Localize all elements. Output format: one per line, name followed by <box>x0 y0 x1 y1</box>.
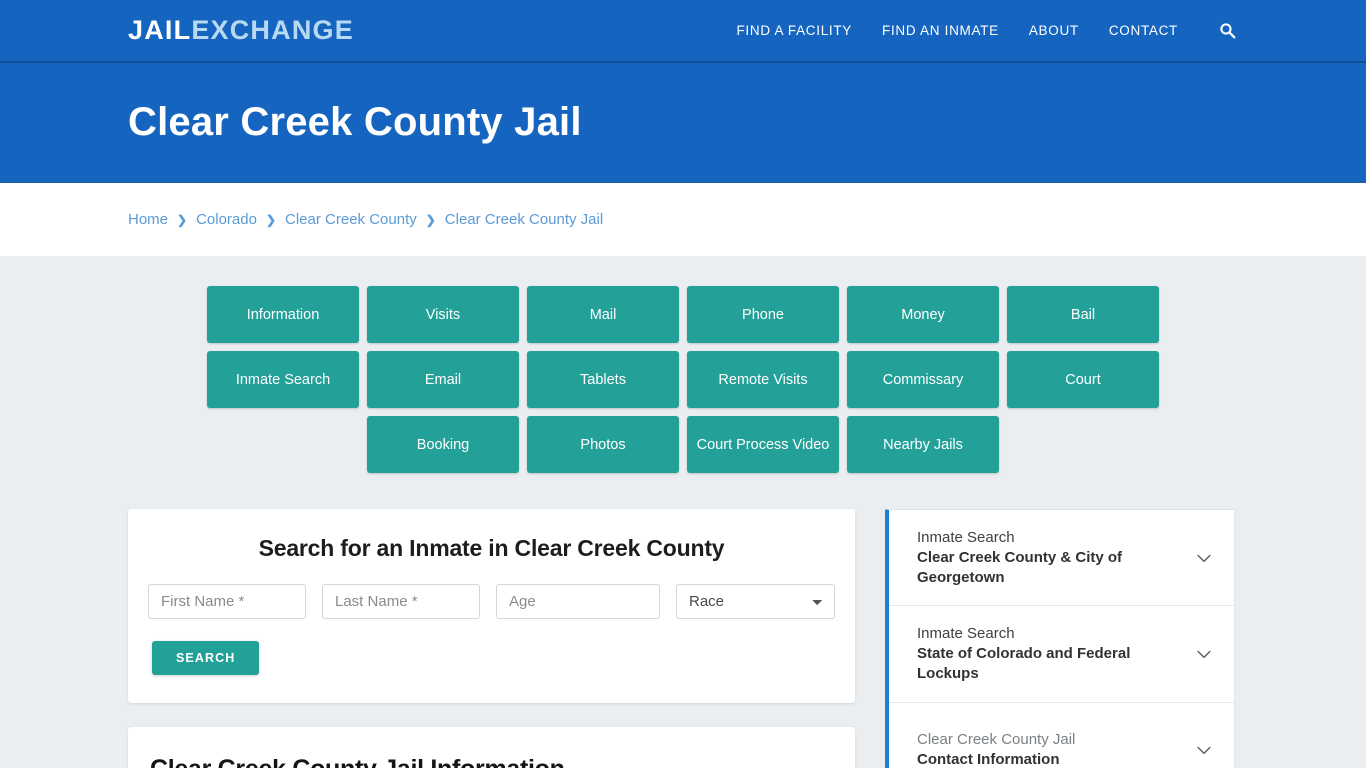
accordion-strong-text: Contact Information <box>917 751 1060 768</box>
section-nav-buttons: Information Visits Mail Phone Money Bail… <box>128 286 1238 473</box>
jail-information-heading: Clear Creek County Jail Information <box>150 755 833 768</box>
first-name-input[interactable] <box>148 584 306 619</box>
chevron-right-icon: ❯ <box>265 212 277 227</box>
section-button-booking[interactable]: Booking <box>367 416 519 473</box>
accordion-strong-text: State of Colorado and Federal Lockups <box>917 645 1131 682</box>
breadcrumb-item-colorado[interactable]: Colorado <box>196 211 257 228</box>
search-submit-button[interactable]: SEARCH <box>152 641 260 675</box>
breadcrumb: Home ❯ Colorado ❯ Clear Creek County ❯ C… <box>128 211 603 228</box>
breadcrumb-item-current[interactable]: Clear Creek County Jail <box>445 211 603 228</box>
accordion-strong-text: Clear Creek County & City of Georgetown <box>917 548 1123 586</box>
section-button-money[interactable]: Money <box>847 286 999 343</box>
sidebar-accordion: Inmate Search Clear Creek County & City … <box>885 509 1235 768</box>
section-button-tablets[interactable]: Tablets <box>527 351 679 408</box>
last-name-input[interactable] <box>322 584 480 619</box>
section-button-commissary[interactable]: Commissary <box>847 351 999 408</box>
chevron-right-icon: ❯ <box>177 212 188 227</box>
main-navigation: FIND A FACILITY FIND AN INMATE ABOUT CON… <box>736 20 1238 42</box>
section-button-court[interactable]: Court <box>1007 351 1159 408</box>
inmate-search-heading: Search for an Inmate in Clear Creek Coun… <box>258 535 725 561</box>
nav-item-about[interactable]: ABOUT <box>1029 23 1079 38</box>
accordion-item-inmate-search-county[interactable]: Inmate Search Clear Creek County & City … <box>889 510 1234 607</box>
section-button-nearby-jails[interactable]: Nearby Jails <box>847 416 999 473</box>
nav-item-find-an-inmate[interactable]: FIND AN INMATE <box>882 23 999 38</box>
section-button-court-process-video[interactable]: Court Process Video <box>687 416 839 473</box>
chevron-down-icon[interactable] <box>1194 740 1214 760</box>
accordion-lead-text: Inmate Search <box>917 625 1015 643</box>
breadcrumb-item-home[interactable]: Home <box>128 211 168 228</box>
main-columns: Search for an Inmate in Clear Creek Coun… <box>128 509 1238 768</box>
chevron-down-icon[interactable] <box>1194 548 1214 568</box>
accordion-item-inmate-search-state[interactable]: Inmate Search State of Colorado and Fede… <box>889 606 1234 703</box>
jail-information-panel: Clear Creek County Jail Information <box>128 727 855 768</box>
section-button-mail[interactable]: Mail <box>527 286 679 343</box>
page-body: Information Visits Mail Phone Money Bail… <box>0 256 1366 768</box>
nav-item-find-a-facility[interactable]: FIND A FACILITY <box>736 23 852 38</box>
logo-text-secondary: EXCHANGE <box>191 15 354 45</box>
content-container: Information Visits Mail Phone Money Bail… <box>128 286 1238 768</box>
nav-item-contact[interactable]: CONTACT <box>1109 23 1178 38</box>
section-button-information[interactable]: Information <box>207 286 359 343</box>
section-button-inmate-search[interactable]: Inmate Search <box>207 351 359 408</box>
logo-text-primary: JAIL <box>128 15 192 45</box>
accordion-label: Inmate Search State of Colorado and Fede… <box>917 624 1182 683</box>
section-button-bail[interactable]: Bail <box>1007 286 1159 343</box>
search-submit-row: SEARCH <box>148 641 835 675</box>
breadcrumb-item-clear-creek-county[interactable]: Clear Creek County <box>285 211 417 228</box>
section-button-phone[interactable]: Phone <box>687 286 839 343</box>
accordion-lead-text: Inmate Search <box>917 529 1015 546</box>
section-button-remote-visits[interactable]: Remote Visits <box>687 351 839 408</box>
main-column: Search for an Inmate in Clear Creek Coun… <box>128 509 855 768</box>
section-button-photos[interactable]: Photos <box>527 416 679 473</box>
sidebar-column: Inmate Search Clear Creek County & City … <box>885 509 1235 768</box>
race-select[interactable]: Race <box>676 584 835 619</box>
site-logo[interactable]: JAILEXCHANGE <box>128 17 354 44</box>
inmate-search-panel: Search for an Inmate in Clear Creek Coun… <box>128 509 855 703</box>
chevron-right-icon: ❯ <box>425 212 436 227</box>
breadcrumb-band: Home ❯ Colorado ❯ Clear Creek County ❯ C… <box>0 183 1366 256</box>
search-icon[interactable] <box>1216 20 1238 42</box>
accordion-label: Clear Creek County Jail Contact Informat… <box>917 730 1075 768</box>
accordion-label: Inmate Search Clear Creek County & City … <box>917 528 1182 587</box>
section-button-visits[interactable]: Visits <box>367 286 519 343</box>
page-title-band: Clear Creek County Jail <box>0 63 1366 183</box>
accordion-item-contact-information[interactable]: Clear Creek County Jail Contact Informat… <box>889 703 1234 768</box>
section-button-email[interactable]: Email <box>367 351 519 408</box>
age-input[interactable] <box>496 584 660 619</box>
page-title: Clear Creek County Jail <box>128 100 582 144</box>
inmate-search-form: Race <box>148 584 835 619</box>
chevron-down-icon[interactable] <box>1194 644 1214 664</box>
site-header: JAILEXCHANGE FIND A FACILITY FIND AN INM… <box>0 0 1366 63</box>
accordion-lead-text: Clear Creek County Jail <box>917 731 1076 749</box>
